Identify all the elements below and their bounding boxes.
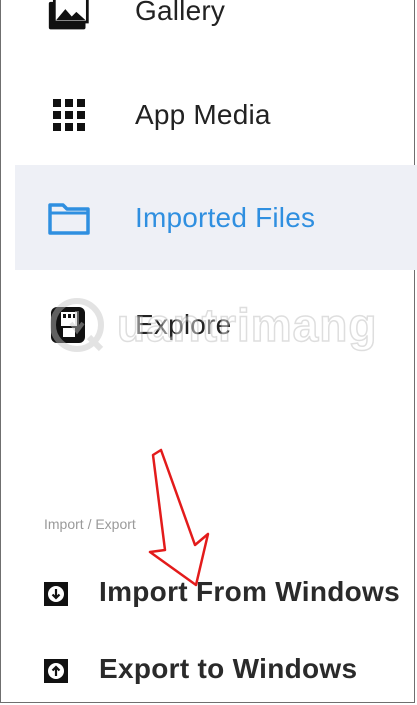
import-label: Import From Windows bbox=[99, 576, 400, 607]
nav-item-app-media[interactable]: App Media bbox=[15, 62, 417, 167]
nav-item-explore[interactable]: Explore bbox=[15, 272, 417, 377]
explore-icon bbox=[47, 303, 91, 347]
nav-item-label: Explore bbox=[135, 308, 232, 340]
gallery-icon bbox=[47, 0, 91, 33]
import-from-windows-button[interactable]: Import From Windows bbox=[0, 565, 417, 621]
export-label: Export to Windows bbox=[99, 653, 358, 684]
nav-item-label: App Media bbox=[135, 98, 271, 130]
nav-item-gallery[interactable]: Gallery bbox=[15, 0, 417, 63]
grid-icon bbox=[47, 93, 91, 137]
export-icon bbox=[43, 658, 69, 684]
nav-item-label: Gallery bbox=[135, 0, 226, 26]
export-to-windows-button[interactable]: Export to Windows bbox=[0, 642, 417, 698]
section-label-import-export: Import / Export bbox=[44, 516, 136, 532]
folder-icon bbox=[47, 196, 91, 240]
import-icon bbox=[43, 581, 69, 607]
nav-item-imported-files[interactable]: Imported Files bbox=[15, 165, 417, 270]
nav-item-label: Imported Files bbox=[135, 201, 316, 233]
